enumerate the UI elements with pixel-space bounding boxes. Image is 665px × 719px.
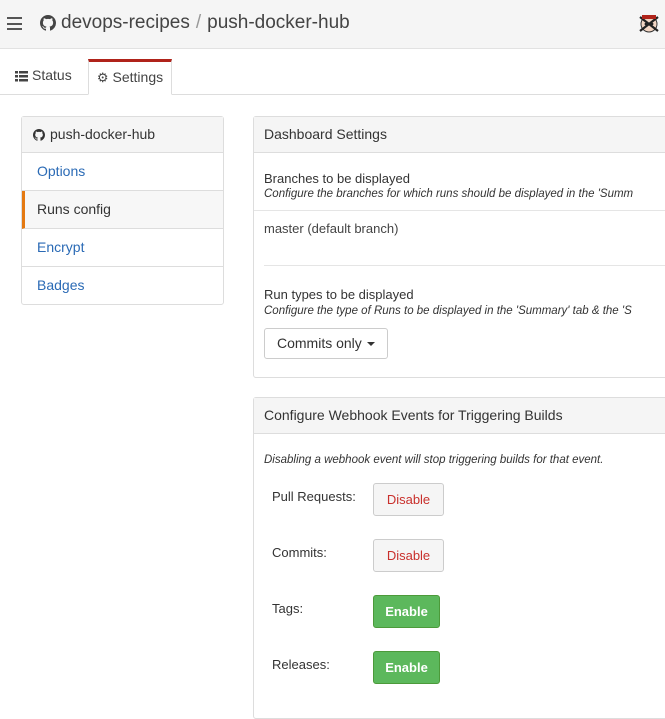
event-label-tags: Tags: (272, 601, 304, 616)
tags-enable-button[interactable]: Enable (373, 595, 440, 628)
pull-requests-disable-button[interactable]: Disable (373, 483, 444, 516)
divider (254, 210, 665, 211)
branches-description: Configure the branches for which runs sh… (264, 188, 634, 200)
event-label-commits: Commits: (272, 545, 327, 560)
dashboard-settings-title: Dashboard Settings (254, 117, 665, 153)
settings-sidebar: push-docker-hub Options Runs config Encr… (21, 116, 224, 305)
github-icon (33, 128, 45, 141)
run-types-selected: Commits only (277, 335, 362, 351)
github-icon (40, 15, 56, 31)
divider (264, 265, 665, 266)
org-link[interactable]: devops-recipes (61, 12, 190, 34)
gear-icon: ⚙ (96, 70, 109, 86)
tab-settings[interactable]: ⚙ Settings (88, 59, 172, 95)
run-types-title: Run types to be displayed (264, 287, 414, 302)
commits-disable-button[interactable]: Disable (373, 539, 444, 572)
shippable-mascot-icon[interactable] (637, 12, 661, 36)
tab-status[interactable]: Status (15, 60, 72, 93)
webhook-description: Disabling a webhook event will stop trig… (264, 454, 604, 466)
releases-enable-button[interactable]: Enable (373, 651, 440, 684)
dashboard-settings-panel: Dashboard Settings Branches to be displa… (253, 116, 665, 378)
sidebar-item-options[interactable]: Options (22, 153, 223, 191)
event-label-releases: Releases: (272, 657, 330, 672)
run-types-dropdown[interactable]: Commits only (264, 328, 388, 359)
breadcrumb: devops-recipes / push-docker-hub (40, 12, 350, 34)
branches-title: Branches to be displayed (264, 171, 410, 186)
list-icon (15, 70, 28, 82)
sidebar-item-runs-config[interactable]: Runs config (22, 191, 223, 229)
sidebar-item-badges[interactable]: Badges (22, 267, 223, 304)
breadcrumb-separator: / (195, 12, 202, 33)
branch-value[interactable]: master (default branch) (264, 221, 398, 236)
top-bar: devops-recipes / push-docker-hub (0, 0, 665, 49)
sidebar-title: push-docker-hub (50, 126, 156, 142)
repo-link[interactable]: push-docker-hub (207, 12, 350, 34)
webhook-panel-title: Configure Webhook Events for Triggering … (254, 398, 665, 434)
sidebar-item-encrypt[interactable]: Encrypt (22, 229, 223, 267)
event-label-pull-requests: Pull Requests: (272, 489, 356, 504)
webhook-events-panel: Configure Webhook Events for Triggering … (253, 397, 665, 719)
caret-down-icon (366, 342, 375, 347)
run-types-description: Configure the type of Runs to be display… (264, 305, 632, 317)
sidebar-header: push-docker-hub (22, 117, 223, 153)
tab-settings-label: Settings (112, 69, 164, 85)
tab-status-label: Status (32, 67, 72, 83)
tab-bar: Status ⚙ Settings (0, 48, 665, 95)
menu-icon[interactable] (7, 17, 22, 30)
